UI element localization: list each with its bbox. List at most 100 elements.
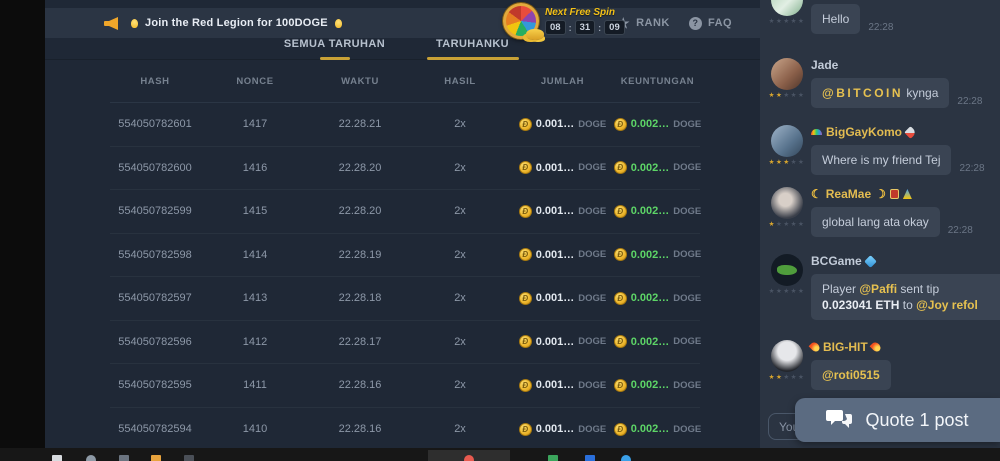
table-row[interactable]: 554050782594 1410 22.28.16 2x Ð0.001…DOG… <box>110 408 700 452</box>
doge-coin-icon: Ð <box>614 379 627 392</box>
profit-amount: 0.002… <box>631 379 670 391</box>
cell-waktu: 22.28.16 <box>310 423 410 435</box>
bet-amount: 0.001… <box>536 162 575 174</box>
quote-post-button[interactable]: Quote 1 post <box>795 398 1000 442</box>
faq-button[interactable]: ? FAQ <box>689 8 732 38</box>
announcement-bar[interactable]: Join the Red Legion for 100DOGE Next Fre… <box>45 8 760 38</box>
mention-link[interactable]: @Paffi <box>859 282 897 296</box>
folder-icon[interactable] <box>151 455 161 461</box>
rank-label: RANK <box>636 17 670 29</box>
col-waktu: WAKTU <box>310 76 410 87</box>
profit-amount: 0.002… <box>631 292 670 304</box>
currency-label: DOGE <box>673 119 701 130</box>
chat-username[interactable]: BIG-HIT <box>811 340 992 354</box>
table-row[interactable]: 554050782597 1413 22.28.18 2x Ð0.001…DOG… <box>110 277 700 321</box>
user-rank-stars: ★★★★★ <box>769 222 806 229</box>
tab-label: TARUHANKU <box>436 38 509 50</box>
cell-jumlah: Ð0.001…DOGE <box>510 248 615 261</box>
table-row[interactable]: 554050782596 1412 22.28.17 2x Ð0.001…DOG… <box>110 321 700 365</box>
fire-icon <box>869 341 882 354</box>
chat-bubble: Player @Paffi sent tip 0.023041 ETH to @… <box>811 274 1000 320</box>
chat-bubble: Where is my friend Tej <box>811 145 951 175</box>
taskbar-app-icon[interactable] <box>548 455 558 461</box>
avatar[interactable] <box>771 58 803 90</box>
mention-link[interactable]: @BITCOIN <box>822 86 903 100</box>
left-black-strip <box>0 0 45 461</box>
cell-keuntungan: Ð0.002…DOGE <box>615 118 700 131</box>
spin-info: Next Free Spin 08 : 31 : 09 <box>545 7 625 35</box>
timer-hours: 08 <box>545 20 566 35</box>
chat-username[interactable]: Jade <box>811 58 992 72</box>
avatar[interactable] <box>771 187 803 219</box>
cell-waktu: 22.28.21 <box>310 118 410 130</box>
lightbulb-icon <box>131 19 138 28</box>
search-icon[interactable] <box>86 455 96 461</box>
cell-hash: 554050782598 <box>110 249 200 261</box>
cell-hasil: 2x <box>410 162 510 174</box>
currency-label: DOGE <box>673 206 701 217</box>
question-icon: ? <box>689 17 702 30</box>
chat-timestamp: 22:28 <box>948 225 973 237</box>
avatar[interactable] <box>771 0 803 16</box>
bets-table: HASH NONCE WAKTU HASIL JUMLAH KEUNTUNGAN… <box>45 61 760 448</box>
chat-bubble: global lang ata okay <box>811 207 940 237</box>
mention-link[interactable]: @roti0515 <box>822 368 880 382</box>
moon-icon: ☽ <box>875 188 886 200</box>
free-spin-widget[interactable]: Next Free Spin 08 : 31 : 09 <box>503 3 625 39</box>
cell-jumlah: Ð0.001…DOGE <box>510 423 615 436</box>
currency-label: DOGE <box>578 249 606 260</box>
lightbulb-icon <box>335 19 342 28</box>
table-row[interactable]: 554050782598 1414 22.28.19 2x Ð0.001…DOG… <box>110 234 700 278</box>
rank-button[interactable]: ★ RANK <box>617 8 670 38</box>
cell-hasil: 2x <box>410 336 510 348</box>
col-keuntungan: KEUNTUNGAN <box>615 76 700 87</box>
taskbar-app-icon[interactable] <box>119 455 129 461</box>
bet-amount: 0.001… <box>536 423 575 435</box>
taskbar-app-icon[interactable] <box>464 455 474 461</box>
cell-hash: 554050782594 <box>110 423 200 435</box>
table-row[interactable]: 554050782599 1415 22.28.20 2x Ð0.001…DOG… <box>110 190 700 234</box>
chat-message: ★★★★★ BCGame Player @Paffi sent tip 0.02… <box>766 254 992 320</box>
chat-message: ★★★★★ BigGayKomo Where is my friend Tej … <box>766 125 992 175</box>
mention-link[interactable]: @Joy refol <box>916 298 978 312</box>
currency-label: DOGE <box>578 119 606 130</box>
avatar[interactable] <box>771 254 803 286</box>
bet-amount: 0.001… <box>536 205 575 217</box>
tab-semua-taruhan[interactable]: SEMUA TARUHAN <box>267 38 402 60</box>
start-button-icon[interactable] <box>52 455 62 461</box>
currency-label: DOGE <box>578 424 606 435</box>
tab-underline <box>320 57 350 60</box>
table-header-row: HASH NONCE WAKTU HASIL JUMLAH KEUNTUNGAN <box>110 61 700 103</box>
doge-coin-icon: Ð <box>614 292 627 305</box>
bet-amount: 0.001… <box>536 292 575 304</box>
taskbar-app-icon[interactable] <box>585 455 595 461</box>
user-rank-stars: ★★★★★ <box>769 375 806 382</box>
taskbar-app-icon[interactable] <box>621 455 631 461</box>
currency-label: DOGE <box>673 162 701 173</box>
timer-seconds: 09 <box>604 20 625 35</box>
table-row[interactable]: 554050782601 1417 22.28.21 2x Ð0.001…DOG… <box>110 103 700 147</box>
chat-username[interactable]: BCGame <box>811 254 992 268</box>
next-free-spin-label: Next Free Spin <box>545 7 625 18</box>
doge-coin-icon: Ð <box>614 248 627 261</box>
doge-coin-icon: Ð <box>519 248 532 261</box>
chat-timestamp: 22:28 <box>959 163 984 175</box>
col-hash: HASH <box>110 76 200 87</box>
avatar[interactable] <box>771 340 803 372</box>
fire-icon <box>809 341 822 354</box>
tab-underline <box>427 57 519 60</box>
tab-taruhanku[interactable]: TARUHANKU <box>405 38 540 60</box>
table-row[interactable]: 554050782600 1416 22.28.20 2x Ð0.001…DOG… <box>110 147 700 191</box>
avatar[interactable] <box>771 125 803 157</box>
taskbar-app-icon[interactable] <box>184 455 194 461</box>
table-row[interactable]: 554050782595 1411 22.28.16 2x Ð0.001…DOG… <box>110 364 700 408</box>
currency-label: DOGE <box>673 336 701 347</box>
chat-username[interactable]: BigGayKomo <box>811 125 992 139</box>
cell-nonce: 1414 <box>200 249 310 261</box>
cell-nonce: 1412 <box>200 336 310 348</box>
doge-coin-icon: Ð <box>519 161 532 174</box>
chat-username[interactable]: ☾ ReaMae ☽ <box>811 187 992 201</box>
col-nonce: NONCE <box>200 76 310 87</box>
spin-wheel-icon[interactable] <box>503 3 539 39</box>
user-rank-stars: ★★★★★ <box>769 19 806 26</box>
